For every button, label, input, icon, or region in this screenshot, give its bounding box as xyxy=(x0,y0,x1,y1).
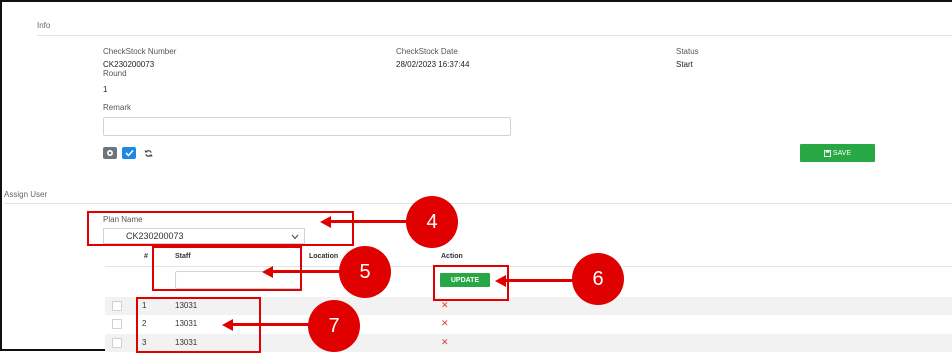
annotation-arrow xyxy=(330,220,408,223)
checkstock-number-label: CheckStock Number xyxy=(103,47,177,56)
annotation-arrowhead xyxy=(262,266,273,278)
annotation-arrowhead xyxy=(320,216,331,228)
row-checkbox[interactable] xyxy=(112,301,122,311)
delete-icon[interactable]: ✕ xyxy=(441,318,449,329)
assign-section-title: Assign User xyxy=(4,190,48,199)
round-value: 1 xyxy=(103,85,108,94)
status-value: Start xyxy=(676,60,693,69)
remark-input[interactable] xyxy=(103,117,511,136)
col-header-location: Location xyxy=(309,253,339,260)
view-icon[interactable] xyxy=(103,147,117,159)
status-label: Status xyxy=(676,47,699,56)
annotation-arrow xyxy=(505,279,575,282)
info-divider xyxy=(37,35,952,36)
delete-icon[interactable]: ✕ xyxy=(441,337,449,348)
callout-4: 4 xyxy=(406,196,458,248)
annotation-box-staff xyxy=(152,246,302,291)
row-checkbox[interactable] xyxy=(112,338,122,348)
round-label: Round xyxy=(103,69,127,78)
callout-6: 6 xyxy=(572,253,624,305)
save-button[interactable]: SAVE xyxy=(800,144,875,162)
save-button-label: SAVE xyxy=(832,149,852,157)
annotation-arrow xyxy=(232,323,312,326)
annotation-arrow xyxy=(272,270,344,273)
callout-5: 5 xyxy=(339,246,391,298)
refresh-icon[interactable] xyxy=(141,147,155,159)
col-header-number: # xyxy=(144,253,148,260)
checkstock-number-value: CK230200073 xyxy=(103,60,155,69)
callout-7: 7 xyxy=(308,300,360,352)
info-section-title: Info xyxy=(37,21,51,30)
row-checkbox[interactable] xyxy=(112,319,122,329)
remark-label: Remark xyxy=(103,103,132,112)
save-icon xyxy=(823,149,831,157)
col-header-action: Action xyxy=(441,253,463,260)
annotation-arrowhead xyxy=(495,275,506,287)
checkstock-date-label: CheckStock Date xyxy=(396,47,458,56)
assign-divider xyxy=(4,203,952,204)
annotation-box-plan-name xyxy=(87,211,354,246)
checkstock-date-value: 28/02/2023 16:37:44 xyxy=(396,60,470,69)
annotation-arrowhead xyxy=(222,319,233,331)
delete-icon[interactable]: ✕ xyxy=(441,300,449,311)
check-icon[interactable] xyxy=(122,147,136,159)
